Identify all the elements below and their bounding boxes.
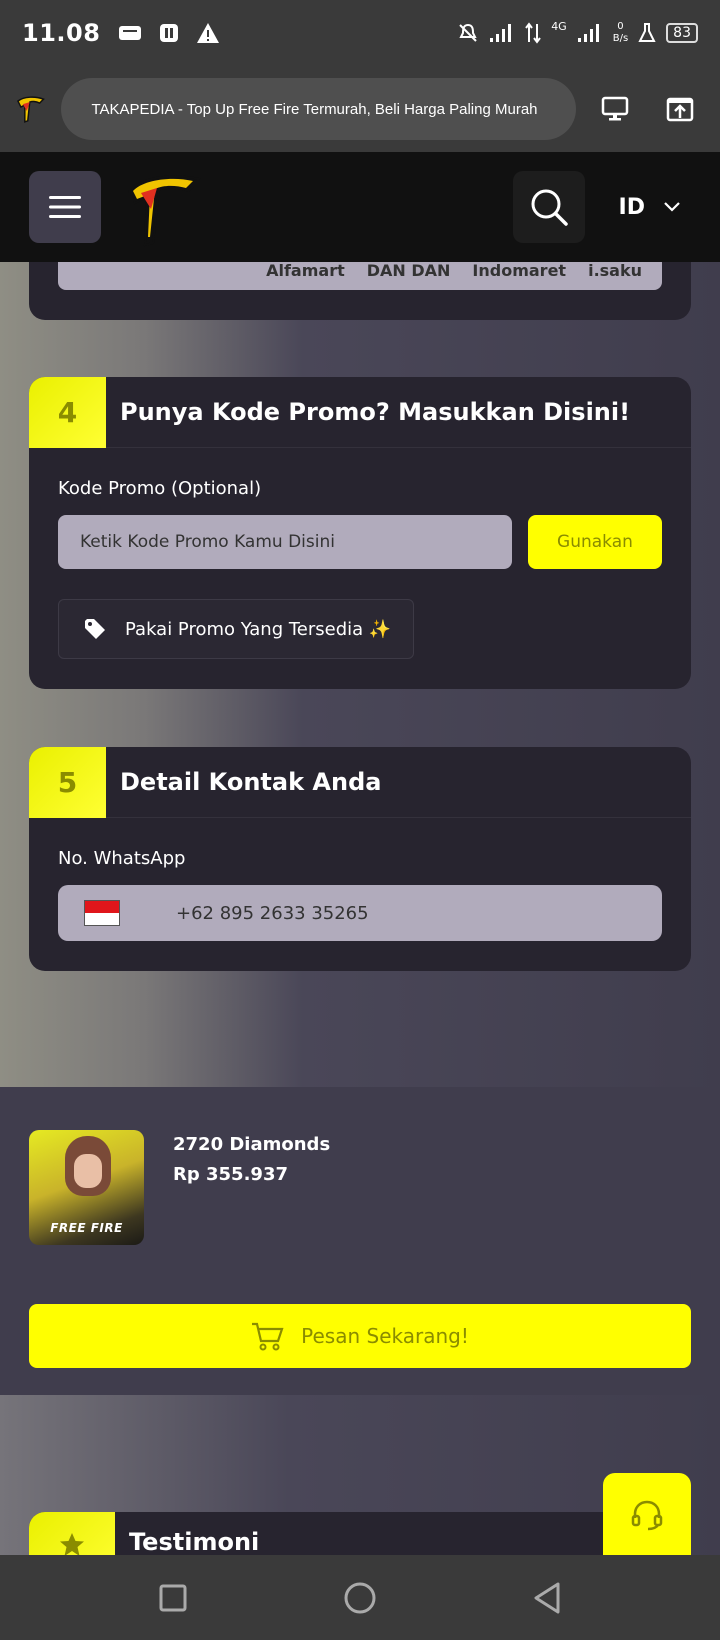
language-selector[interactable]: ID xyxy=(619,195,681,220)
game-logo-text: FREE FIRE xyxy=(50,1221,123,1235)
data-transfer-icon xyxy=(525,22,541,44)
whatsapp-input[interactable]: +62 895 2633 35265 xyxy=(58,885,662,941)
promo-card-header: 4 Punya Kode Promo? Masukkan Disini! xyxy=(29,377,691,448)
promo-field-label: Kode Promo (Optional) xyxy=(58,478,262,499)
search-icon xyxy=(531,189,568,226)
network-speed: 0 B/s xyxy=(612,21,629,44)
network-type: 4G xyxy=(551,19,567,33)
promo-code-card: 4 Punya Kode Promo? Masukkan Disini! Kod… xyxy=(29,377,691,689)
status-bar: 11.08 4G 0 B/s 83 xyxy=(0,0,720,66)
hamburger-menu-icon xyxy=(49,196,81,218)
payment-logo: Indomaret xyxy=(472,260,567,280)
desktop-icon xyxy=(601,96,629,121)
battery-indicator: 83 xyxy=(666,23,698,43)
payment-logo: DAN DAN xyxy=(366,260,451,280)
browser-toolbar: TAKAPEDIA - Top Up Free Fire Termurah, B… xyxy=(0,66,720,152)
site-header: ID xyxy=(0,152,720,262)
share-button[interactable] xyxy=(655,83,706,135)
signal-icon xyxy=(490,24,512,42)
takapedia-logo[interactable] xyxy=(123,167,203,247)
lab-flask-icon xyxy=(638,23,656,42)
tag-icon xyxy=(85,619,105,639)
apply-promo-button[interactable]: Gunakan xyxy=(528,515,662,569)
selected-price: Rp 355.937 xyxy=(173,1164,288,1185)
promo-code-input[interactable] xyxy=(58,515,512,569)
available-promo-button[interactable]: Pakai Promo Yang Tersedia ✨ xyxy=(58,599,414,659)
star-icon xyxy=(60,1532,84,1556)
back-icon[interactable] xyxy=(532,1581,562,1615)
customer-support-button[interactable] xyxy=(603,1473,691,1557)
search-button[interactable] xyxy=(512,171,585,243)
cart-icon xyxy=(252,1322,284,1351)
promo-card-title: Punya Kode Promo? Masukkan Disini! xyxy=(120,398,631,426)
signal-icon-2 xyxy=(577,24,599,42)
phone-number-value: +62 895 2633 35265 xyxy=(176,902,369,924)
order-button-label: Pesan Sekarang! xyxy=(301,1324,469,1348)
indonesia-flag-icon[interactable] xyxy=(84,900,120,926)
home-icon[interactable] xyxy=(343,1581,377,1615)
selected-item: 2720 Diamonds xyxy=(173,1134,331,1155)
desktop-mode-button[interactable] xyxy=(590,83,641,135)
status-time: 11.08 xyxy=(22,19,101,47)
contact-card-header: 5 Detail Kontak Anda xyxy=(29,747,691,818)
url-bar[interactable]: TAKAPEDIA - Top Up Free Fire Termurah, B… xyxy=(61,78,576,140)
contact-card-title: Detail Kontak Anda xyxy=(120,768,382,796)
warning-icon xyxy=(197,23,220,43)
payment-logo: Alfamart xyxy=(266,260,345,280)
contact-detail-card: 5 Detail Kontak Anda No. WhatsApp +62 89… xyxy=(29,747,691,971)
url-title: TAKAPEDIA - Top Up Free Fire Termurah, B… xyxy=(91,100,538,118)
message-icon xyxy=(119,26,142,40)
available-promo-label: Pakai Promo Yang Tersedia ✨ xyxy=(125,618,392,640)
step-number: 5 xyxy=(29,747,106,818)
order-summary: FREE FIRE 2720 Diamonds Rp 355.937 Pesan… xyxy=(0,1087,720,1395)
order-now-button[interactable]: Pesan Sekarang! xyxy=(29,1304,691,1368)
payment-logo: i.saku xyxy=(588,260,642,280)
character-image xyxy=(65,1136,111,1196)
system-navigation-bar xyxy=(0,1555,720,1640)
headset-icon xyxy=(631,1500,663,1531)
whatsapp-field-label: No. WhatsApp xyxy=(58,848,186,869)
app-notification-icon xyxy=(160,24,179,42)
site-favicon-icon xyxy=(17,96,45,123)
step-number: 4 xyxy=(29,377,106,448)
share-upload-icon xyxy=(667,97,694,122)
chevron-down-icon xyxy=(664,202,680,212)
recent-apps-icon[interactable] xyxy=(158,1583,188,1613)
menu-button[interactable] xyxy=(29,171,101,243)
mute-bell-icon xyxy=(459,23,477,42)
language-label: ID xyxy=(618,194,645,220)
product-thumbnail: FREE FIRE xyxy=(29,1130,144,1245)
